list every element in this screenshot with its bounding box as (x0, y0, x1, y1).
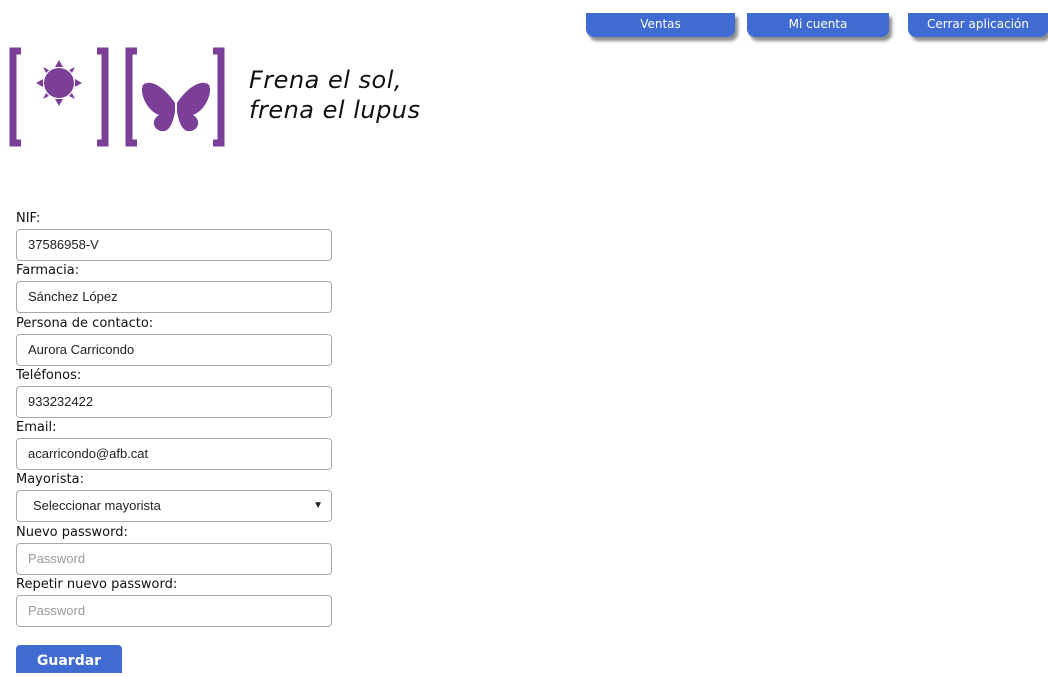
telefonos-input[interactable]: 933232422 (16, 385, 332, 418)
save-button[interactable]: Guardar (16, 645, 122, 673)
sun-icon (36, 60, 82, 106)
mayorista-select[interactable]: Seleccionar mayorista ▼ (16, 490, 332, 523)
mayorista-field-group: Mayorista: Seleccionar mayorista ▼ (16, 471, 336, 523)
nif-field-group: NIF: 37586958-V (16, 210, 336, 262)
logo-graphic (9, 47, 225, 147)
password-field-group: Nuevo password: Password (16, 524, 336, 576)
password-label: Nuevo password: (16, 524, 128, 540)
farmacia-label: Farmacia: (16, 263, 80, 279)
mayorista-label: Mayorista: (16, 472, 85, 488)
contacto-field-group: Persona de contacto: Aurora Carricondo (16, 315, 336, 367)
brand-tagline: Frena el sol, frena el lupus (249, 65, 421, 125)
contacto-input[interactable]: Aurora Carricondo (16, 333, 332, 366)
nif-label: NIF: (16, 211, 41, 226)
butterfly-icon (141, 82, 211, 132)
nif-input[interactable]: 37586958-V (16, 229, 332, 261)
tagline-line-2: frena el lupus (249, 96, 421, 124)
repeat-password-field-group: Repetir nuevo password: Password (16, 576, 336, 628)
cerrar-aplicacion-button[interactable]: Cerrar aplicación (908, 13, 1048, 37)
top-navigation: Ventas Mi cuenta Cerrar aplicación (586, 13, 1048, 37)
email-field-group: Email: acarricondo@afb.cat (16, 419, 336, 471)
tagline-line-1: Frena el sol, (249, 66, 403, 94)
ventas-button[interactable]: Ventas (586, 13, 735, 37)
telefonos-label: Teléfonos: (16, 367, 82, 383)
mayorista-selected-value: Seleccionar mayorista (33, 498, 161, 514)
brand-logo: Frena el sol, frena el lupus (9, 45, 449, 155)
farmacia-field-group: Farmacia: Sánchez López (16, 262, 336, 314)
telefonos-field-group: Teléfonos: 933232422 (16, 367, 336, 419)
repeat-password-input[interactable]: Password (16, 595, 332, 628)
repeat-password-label: Repetir nuevo password: (16, 577, 178, 593)
mi-cuenta-button[interactable]: Mi cuenta (747, 13, 889, 37)
contacto-label: Persona de contacto: (16, 315, 154, 331)
email-label: Email: (16, 420, 57, 436)
account-form: NIF: 37586958-V Farmacia: Sánchez López … (16, 210, 336, 628)
password-input[interactable]: Password (16, 542, 332, 575)
farmacia-input[interactable]: Sánchez López (16, 281, 332, 314)
email-input[interactable]: acarricondo@afb.cat (16, 438, 332, 471)
chevron-down-icon: ▼ (313, 500, 323, 512)
